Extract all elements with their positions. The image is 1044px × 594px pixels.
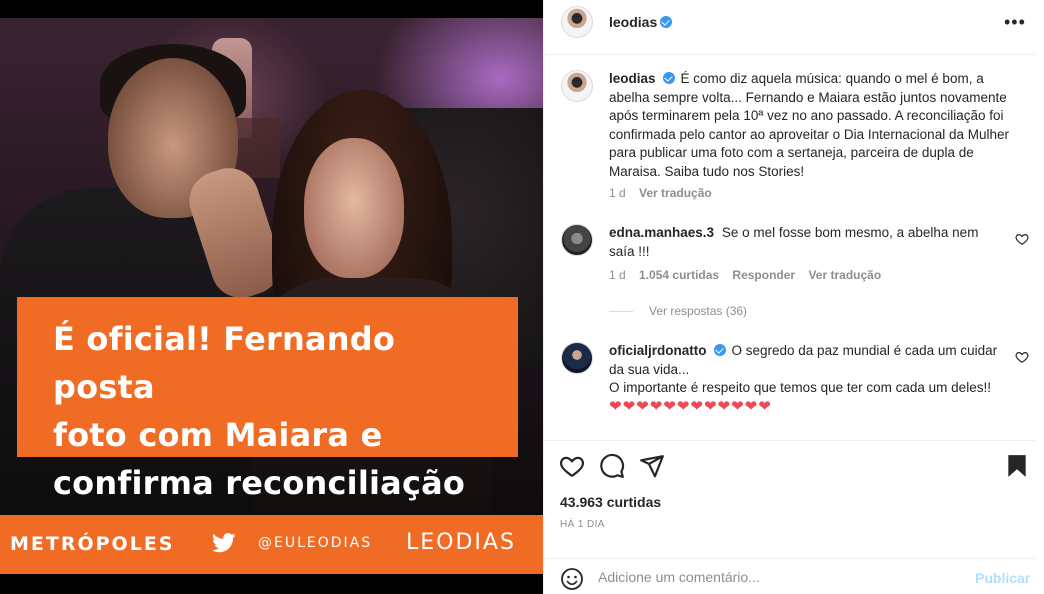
- brand-name: LEODIAS: [406, 530, 516, 555]
- right-gutter: [1036, 0, 1044, 594]
- more-options-icon[interactable]: •••: [1004, 12, 1026, 33]
- headline-line: foto com Maiara e: [53, 416, 383, 454]
- caption-body: leodias É como diz aquela música: quando …: [609, 70, 1009, 181]
- caption: leodias É como diz aquela música: quando …: [561, 70, 1023, 210]
- heart-icon[interactable]: [559, 453, 585, 479]
- comment-body: edna.manhaes.3 Se o mel fosse bom mesmo,…: [609, 224, 999, 261]
- see-translation-link[interactable]: Ver tradução: [639, 186, 712, 200]
- headline-line: confirma reconciliação: [53, 464, 466, 502]
- comment-username[interactable]: oficialjrdonatto: [609, 343, 707, 358]
- comment-text-line: O importante é respeito que temos que te…: [609, 380, 991, 395]
- image-bottom-strip: [0, 574, 543, 594]
- avatar[interactable]: [561, 6, 593, 38]
- post-header: leodias •••: [544, 0, 1037, 55]
- verified-icon: [713, 344, 726, 356]
- share-icon[interactable]: [639, 453, 665, 479]
- brand-handle: @EULEODIAS: [258, 535, 373, 551]
- heart-icon[interactable]: [1015, 232, 1029, 246]
- action-bar: [544, 440, 1037, 492]
- reply-button[interactable]: Responder: [732, 268, 795, 282]
- brand-bar: METRÓPOLES @EULEODIAS LEODIAS: [0, 515, 543, 574]
- comment-item: edna.manhaes.3 Se o mel fosse bom mesmo,…: [561, 224, 1029, 314]
- bookmark-icon[interactable]: [1004, 453, 1030, 479]
- avatar[interactable]: [561, 342, 593, 374]
- post-side-panel: leodias ••• leodias É como diz aquela mús…: [543, 0, 1037, 594]
- emoji-icon[interactable]: [560, 567, 584, 591]
- comment-username[interactable]: edna.manhaes.3: [609, 225, 714, 240]
- headline-banner: É oficial! Fernando posta foto com Maiar…: [17, 297, 518, 502]
- caption-time[interactable]: 1 d: [609, 186, 626, 200]
- comment-likes[interactable]: 1.054 curtidas: [639, 268, 719, 282]
- metropoles-logo: METRÓPOLES: [10, 533, 175, 555]
- username-text[interactable]: leodias: [609, 14, 657, 30]
- caption-meta: 1 d Ver tradução: [609, 186, 722, 200]
- header-username[interactable]: leodias: [609, 14, 673, 30]
- likes-count[interactable]: 43.963 curtidas: [560, 494, 661, 510]
- add-comment-bar: Publicar: [544, 558, 1037, 594]
- comment-time[interactable]: 1 d: [609, 268, 626, 282]
- post-time[interactable]: HÁ 1 DIA: [560, 519, 605, 530]
- comment-input[interactable]: [598, 565, 958, 589]
- comment-item: oficialjrdonatto O segredo da paz mundial…: [561, 342, 1029, 439]
- comments-list[interactable]: leodias É como diz aquela música: quando …: [544, 56, 1037, 439]
- see-translation-link[interactable]: Ver tradução: [808, 268, 881, 282]
- verified-icon: [662, 72, 675, 84]
- publish-button[interactable]: Publicar: [975, 570, 1030, 586]
- comment-icon[interactable]: [599, 453, 625, 479]
- view-replies-button[interactable]: Ver respostas (36): [609, 304, 747, 318]
- avatar[interactable]: [561, 224, 593, 256]
- twitter-icon: [212, 533, 236, 553]
- verified-icon: [660, 16, 673, 28]
- headline-line: É oficial! Fernando posta: [53, 320, 396, 406]
- caption-username[interactable]: leodias: [609, 71, 656, 86]
- heart-icon[interactable]: [1015, 350, 1029, 364]
- comment-meta: 1 d 1.054 curtidas Responder Ver traduçã…: [609, 268, 891, 282]
- post-image[interactable]: É oficial! Fernando posta foto com Maiar…: [0, 0, 543, 594]
- caption-text: É como diz aquela música: quando o mel é…: [609, 71, 1009, 179]
- woman-face: [304, 138, 404, 278]
- avatar[interactable]: [561, 70, 593, 102]
- heart-emojis: ❤❤❤❤❤❤❤❤❤❤❤❤: [609, 397, 772, 415]
- comment-body: oficialjrdonatto O segredo da paz mundial…: [609, 342, 1001, 416]
